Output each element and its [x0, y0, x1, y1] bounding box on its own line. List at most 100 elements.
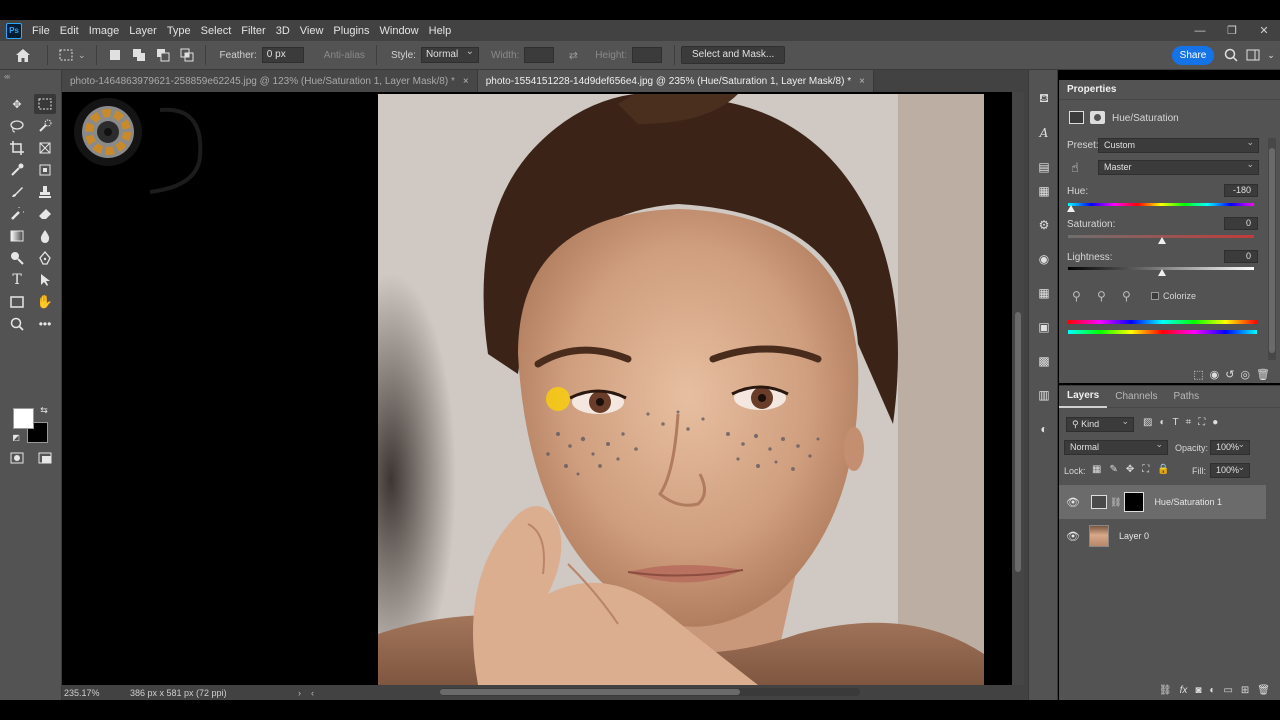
zoom-level[interactable]: 235.17%	[62, 688, 122, 698]
gradient-tool-icon[interactable]	[6, 226, 28, 246]
new-selection-icon[interactable]	[106, 46, 124, 64]
clip-to-layer-icon[interactable]: ⬚	[1193, 368, 1203, 381]
mask-icon[interactable]	[1090, 111, 1105, 124]
eyedropper-tool-icon[interactable]	[6, 160, 28, 180]
eye-icon[interactable]: 👁	[1061, 530, 1085, 543]
delete-layer-icon[interactable]: 🗑	[1257, 685, 1270, 696]
zoom-tool-icon[interactable]	[6, 314, 28, 334]
home-icon[interactable]	[14, 46, 32, 64]
marquee-tool-icon[interactable]	[34, 94, 56, 114]
swap-colors-icon[interactable]: ⇆	[38, 404, 50, 416]
lock-pixels-icon[interactable]: ✎	[1109, 464, 1117, 475]
menu-window[interactable]: Window	[378, 25, 427, 37]
canvas-horizontal-scrollbar[interactable]	[440, 688, 860, 696]
reset-icon[interactable]: ↺	[1225, 368, 1234, 381]
eyedropper-icon[interactable]: ⚲	[1072, 289, 1081, 303]
close-icon[interactable]: ×	[859, 76, 865, 87]
tab-channels[interactable]: Channels	[1107, 386, 1165, 408]
hue-slider-track[interactable]	[1068, 203, 1254, 206]
marquee-preset-icon[interactable]	[57, 46, 75, 64]
add-selection-icon[interactable]	[130, 46, 148, 64]
chevron-right-icon[interactable]: ›	[298, 688, 301, 698]
screen-mode-icon[interactable]	[34, 448, 56, 468]
height-input[interactable]	[631, 47, 662, 63]
lock-artboard-icon[interactable]: ⛶	[1142, 464, 1149, 475]
patterns-panel-icon[interactable]: ▩	[1035, 352, 1053, 370]
scroll-thumb[interactable]	[1015, 312, 1021, 572]
notes-panel-icon[interactable]: ▦	[1035, 182, 1053, 200]
lasso-tool-icon[interactable]	[6, 116, 28, 136]
layer-row[interactable]: 👁 Layer 0	[1059, 519, 1266, 553]
subtract-selection-icon[interactable]	[154, 46, 172, 64]
preset-select[interactable]: Custom	[1098, 136, 1259, 153]
crop-tool-icon[interactable]	[6, 138, 28, 158]
canvas-vertical-scrollbar[interactable]	[1012, 92, 1024, 685]
type-filter-icon[interactable]: T	[1173, 417, 1179, 428]
menu-edit[interactable]: Edit	[58, 25, 87, 37]
swap-icon[interactable]: ⇄	[564, 46, 582, 64]
search-icon[interactable]	[1222, 46, 1240, 64]
adjustments-panel-icon[interactable]: ◐	[1035, 420, 1053, 438]
smart-object-filter-icon[interactable]: ⛶	[1198, 417, 1205, 428]
tab-document-1[interactable]: photo-1464863979621-258859e62245.jpg @ 1…	[62, 70, 478, 92]
share-button[interactable]: Share	[1172, 46, 1214, 65]
view-previous-icon[interactable]: ◉	[1210, 368, 1220, 381]
new-group-icon[interactable]: ▭	[1223, 685, 1232, 696]
add-mask-icon[interactable]: ◙	[1195, 685, 1201, 696]
glyphs-panel-icon[interactable]: ⚙	[1035, 216, 1053, 234]
document-info[interactable]: 386 px x 581 px (72 ppi)	[122, 688, 242, 698]
close-window-icon[interactable]: ✕	[1248, 20, 1280, 41]
history-panel-icon[interactable]: ⛾	[1035, 90, 1053, 108]
link-icon[interactable]: ⛓	[1110, 497, 1121, 508]
menu-3d[interactable]: 3D	[274, 25, 298, 37]
libraries-panel-icon[interactable]: ▥	[1035, 386, 1053, 404]
layer-name[interactable]: Hue/Saturation 1	[1154, 497, 1222, 507]
lock-position-icon[interactable]: ✥	[1126, 464, 1134, 475]
hue-slider-thumb[interactable]	[1067, 205, 1075, 212]
rectangle-tool-icon[interactable]	[6, 292, 28, 312]
pixel-filter-icon[interactable]: ▨	[1143, 417, 1152, 428]
type-tool-icon[interactable]: T	[6, 270, 28, 290]
layer-filter-select[interactable]: ⚲ Kind	[1066, 415, 1134, 432]
eyedropper-subtract-icon[interactable]: ⚲	[1122, 289, 1131, 303]
new-layer-icon[interactable]: ⊞	[1241, 685, 1249, 696]
more-tools-icon[interactable]: •••	[34, 314, 56, 334]
frame-tool-icon[interactable]	[34, 138, 56, 158]
layer-row[interactable]: 👁 ⛓ Hue/Saturation 1	[1059, 485, 1266, 519]
menu-view[interactable]: View	[298, 25, 332, 37]
workspace-icon[interactable]	[1244, 46, 1262, 64]
menu-select[interactable]: Select	[199, 25, 240, 37]
mask-thumbnail[interactable]	[1124, 492, 1145, 512]
grid-panel-icon[interactable]: ▦	[1035, 284, 1053, 302]
path-select-tool-icon[interactable]	[34, 270, 56, 290]
new-adjustment-icon[interactable]: ◐	[1209, 685, 1215, 696]
pen-tool-icon[interactable]	[34, 248, 56, 268]
quick-mask-icon[interactable]	[6, 448, 28, 468]
menu-plugins[interactable]: Plugins	[331, 25, 377, 37]
layer-name[interactable]: Layer 0	[1119, 531, 1149, 541]
saturation-value[interactable]: 0	[1224, 217, 1258, 230]
adjustment-filter-icon[interactable]: ◐	[1159, 417, 1165, 428]
foreground-color-swatch[interactable]	[13, 408, 34, 429]
menu-filter[interactable]: Filter	[239, 25, 273, 37]
menu-image[interactable]: Image	[87, 25, 128, 37]
history-brush-tool-icon[interactable]	[6, 204, 28, 224]
blend-mode-select[interactable]: Normal	[1064, 438, 1168, 455]
brush-tool-icon[interactable]	[6, 182, 28, 202]
visibility-icon[interactable]: ◎	[1240, 368, 1250, 381]
lightness-slider-thumb[interactable]	[1158, 269, 1166, 276]
quick-select-tool-icon[interactable]	[34, 116, 56, 136]
minimize-icon[interactable]: —	[1184, 20, 1216, 41]
blur-tool-icon[interactable]	[34, 226, 56, 246]
shape-filter-icon[interactable]: ⌗	[1186, 417, 1192, 428]
paragraph-panel-icon[interactable]: ▤	[1035, 158, 1053, 176]
width-input[interactable]	[524, 47, 555, 63]
portrait-photo[interactable]	[378, 94, 984, 685]
close-icon[interactable]: ×	[463, 76, 469, 87]
tab-document-2[interactable]: photo-1554151228-14d9def656e4.jpg @ 235%…	[477, 70, 874, 92]
lightness-value[interactable]: 0	[1224, 250, 1258, 263]
restore-icon[interactable]: ❐	[1216, 20, 1248, 41]
eye-icon[interactable]: 👁	[1061, 496, 1085, 509]
menu-layer[interactable]: Layer	[127, 25, 165, 37]
default-colors-icon[interactable]: ◩	[10, 431, 22, 443]
